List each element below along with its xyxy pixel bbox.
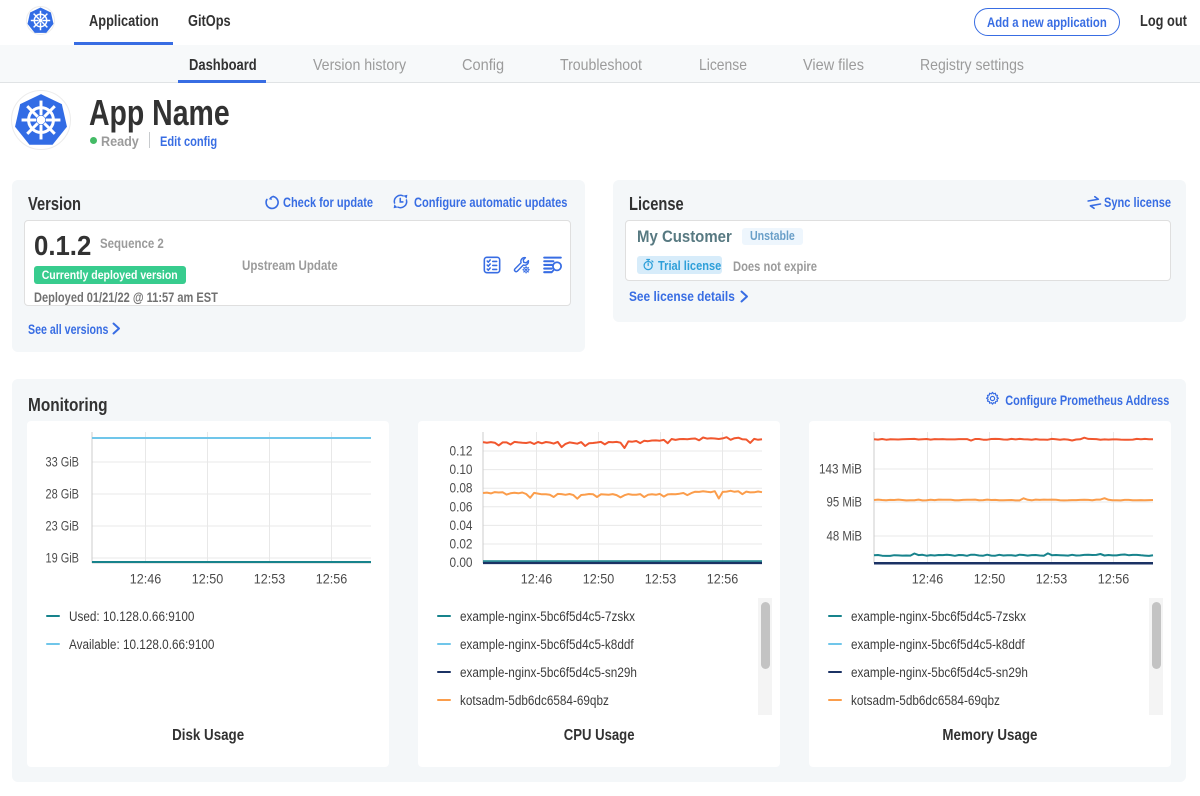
svg-text:12:46: 12:46 [130, 572, 162, 587]
svg-text:12:53: 12:53 [645, 572, 677, 587]
svg-text:0.08: 0.08 [450, 481, 473, 496]
svg-text:0.02: 0.02 [450, 537, 473, 552]
svg-text:12:53: 12:53 [254, 572, 286, 587]
svg-text:0.00: 0.00 [450, 555, 473, 570]
svg-text:95 MiB: 95 MiB [827, 495, 863, 510]
svg-text:0.10: 0.10 [450, 462, 473, 477]
svg-text:12:46: 12:46 [521, 572, 553, 587]
svg-text:0.12: 0.12 [450, 444, 473, 459]
svg-text:12:56: 12:56 [316, 572, 348, 587]
svg-text:12:50: 12:50 [192, 572, 224, 587]
svg-text:12:56: 12:56 [1098, 572, 1130, 587]
svg-text:143 MiB: 143 MiB [819, 462, 862, 477]
svg-text:48 MiB: 48 MiB [827, 529, 863, 544]
svg-text:28 GiB: 28 GiB [46, 487, 80, 502]
svg-text:12:53: 12:53 [1036, 572, 1068, 587]
svg-text:33 GiB: 33 GiB [46, 455, 80, 470]
svg-text:23 GiB: 23 GiB [46, 519, 80, 534]
svg-text:12:50: 12:50 [583, 572, 615, 587]
svg-text:12:56: 12:56 [707, 572, 739, 587]
svg-text:0.04: 0.04 [450, 518, 473, 533]
svg-text:12:46: 12:46 [912, 572, 944, 587]
svg-text:19 GiB: 19 GiB [46, 551, 80, 566]
svg-text:0.06: 0.06 [450, 499, 473, 514]
svg-text:12:50: 12:50 [974, 572, 1006, 587]
